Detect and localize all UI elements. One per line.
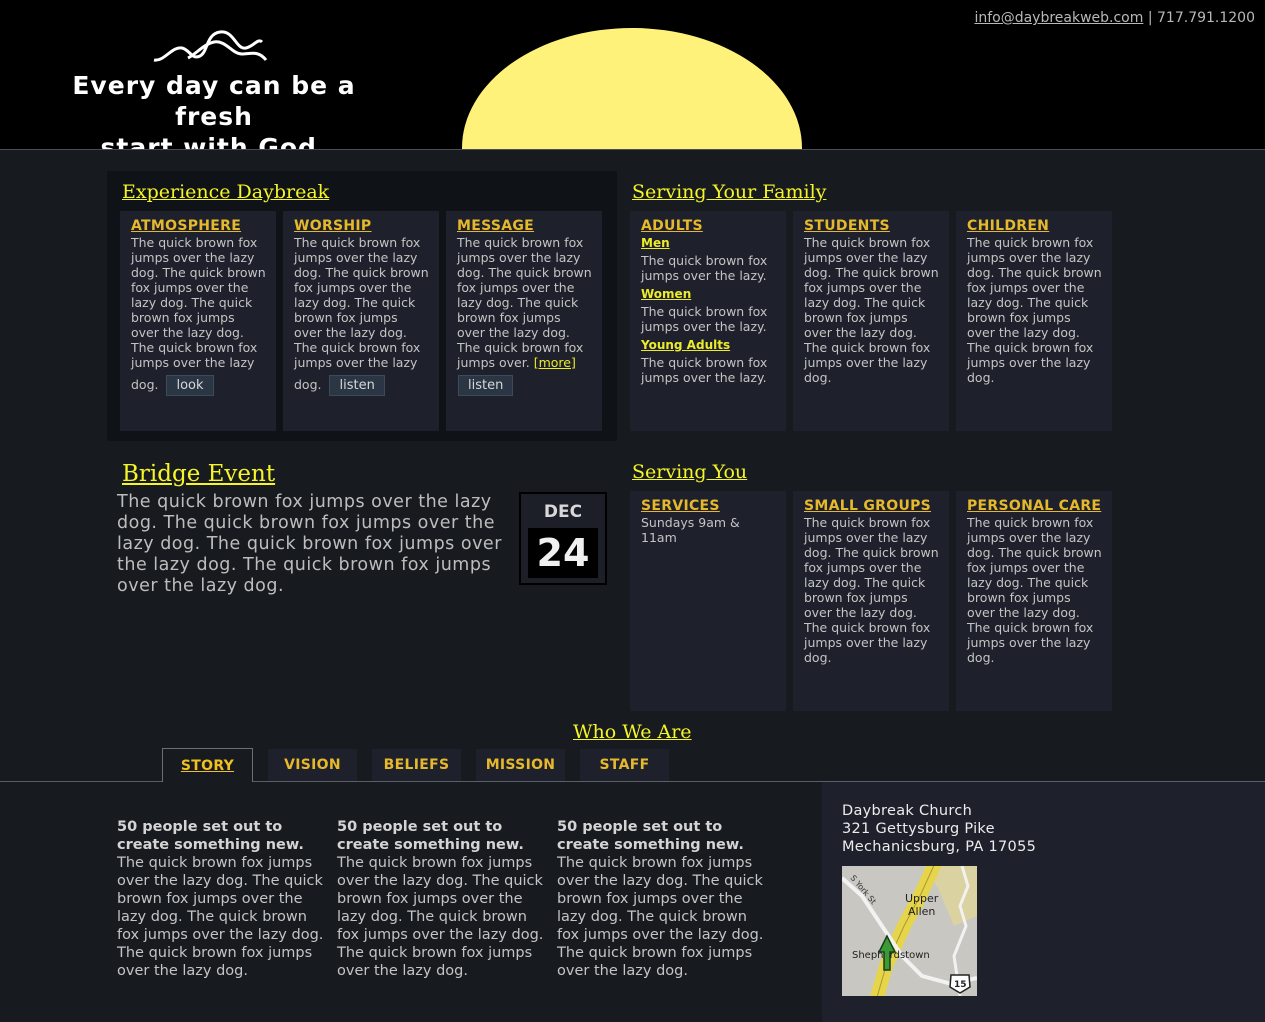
- men-link[interactable]: Men: [641, 236, 776, 251]
- women-link[interactable]: Women: [641, 287, 776, 302]
- message-card: MESSAGE The quick brown fox jumps over t…: [446, 211, 602, 431]
- atmosphere-heading-link[interactable]: ATMOSPHERE: [131, 219, 266, 234]
- story-lead: 50 people set out to create something ne…: [337, 819, 524, 853]
- tagline: Every day can be a fresh start with God.: [40, 70, 388, 150]
- church-address: Daybreak Church 321 Gettysburg Pike Mech…: [842, 802, 1036, 856]
- sun-graphic: [462, 28, 802, 149]
- young-adults-link[interactable]: Young Adults: [641, 338, 776, 353]
- worship-card: WORSHIP The quick brown fox jumps over t…: [283, 211, 439, 431]
- contact-info: info@daybreakweb.com | 717.791.1200: [974, 10, 1255, 26]
- services-heading-link[interactable]: SERVICES: [641, 499, 776, 514]
- phone-number: 717.791.1200: [1157, 10, 1255, 26]
- email-link[interactable]: info@daybreakweb.com: [974, 10, 1143, 26]
- students-text: The quick brown fox jumps over the lazy …: [804, 235, 939, 385]
- tab-story[interactable]: STORY: [162, 748, 253, 782]
- bridge-event-text: The quick brown fox jumps over the lazy …: [117, 492, 502, 596]
- tab-mission[interactable]: MISSION: [476, 749, 565, 781]
- contact-separator: |: [1147, 10, 1153, 26]
- location-map[interactable]: S York St Upper Allen Shepherdstown 15: [842, 866, 977, 996]
- map-area-label-2: Allen: [908, 905, 935, 918]
- event-month: DEC: [543, 502, 583, 522]
- bridge-event-title-link[interactable]: Bridge Event: [122, 461, 275, 487]
- event-day: 24: [528, 528, 598, 578]
- look-button[interactable]: look: [166, 375, 214, 396]
- personal-care-text: The quick brown fox jumps over the lazy …: [967, 515, 1102, 665]
- tagline-line-2: start with God.: [100, 133, 328, 150]
- daybreak-logo-icon[interactable]: [150, 24, 270, 68]
- story-column-1: 50 people set out to create something ne…: [117, 819, 324, 979]
- worship-listen-button[interactable]: listen: [329, 375, 385, 396]
- children-text: The quick brown fox jumps over the lazy …: [967, 235, 1102, 385]
- services-card: SERVICES Sundays 9am & 11am: [630, 491, 786, 711]
- students-heading-link[interactable]: STUDENTS: [804, 219, 939, 234]
- more-link[interactable]: [more]: [534, 355, 576, 370]
- site-header: info@daybreakweb.com | 717.791.1200 Ever…: [0, 0, 1265, 150]
- women-text: The quick brown fox jumps over the lazy.: [641, 304, 768, 334]
- adults-card: ADULTS Men The quick brown fox jumps ove…: [630, 211, 786, 431]
- children-heading-link[interactable]: CHILDREN: [967, 219, 1102, 234]
- tab-beliefs[interactable]: BELIEFS: [372, 749, 461, 781]
- tagline-line-1: Every day can be a fresh: [72, 71, 356, 131]
- personal-care-card: PERSONAL CARE The quick brown fox jumps …: [956, 491, 1112, 711]
- young-adults-text: The quick brown fox jumps over the lazy.: [641, 355, 768, 385]
- map-area-label-1: Upper: [905, 892, 939, 905]
- students-card: STUDENTS The quick brown fox jumps over …: [793, 211, 949, 431]
- city-state-zip: Mechanicsburg, PA 17055: [842, 839, 1037, 855]
- small-groups-text: The quick brown fox jumps over the lazy …: [804, 515, 939, 665]
- route-number: 15: [954, 980, 967, 990]
- worship-text: The quick brown fox jumps over the lazy …: [294, 235, 429, 396]
- serving-you-title-link[interactable]: Serving You: [632, 461, 747, 483]
- small-groups-card: SMALL GROUPS The quick brown fox jumps o…: [793, 491, 949, 711]
- church-name: Daybreak Church: [842, 803, 973, 819]
- men-text: The quick brown fox jumps over the lazy.: [641, 253, 768, 283]
- event-date-calendar: DEC 24: [519, 492, 607, 585]
- story-lead: 50 people set out to create something ne…: [557, 819, 744, 853]
- children-card: CHILDREN The quick brown fox jumps over …: [956, 211, 1112, 431]
- street-address: 321 Gettysburg Pike: [842, 821, 995, 837]
- tab-staff[interactable]: STAFF: [580, 749, 669, 781]
- atmosphere-text: The quick brown fox jumps over the lazy …: [131, 235, 266, 396]
- experience-title-link[interactable]: Experience Daybreak: [122, 181, 329, 203]
- personal-care-heading-link[interactable]: PERSONAL CARE: [967, 499, 1102, 514]
- story-column-3: 50 people set out to create something ne…: [557, 819, 764, 979]
- atmosphere-card: ATMOSPHERE The quick brown fox jumps ove…: [120, 211, 276, 431]
- family-title-link[interactable]: Serving Your Family: [632, 181, 826, 203]
- story-lead: 50 people set out to create something ne…: [117, 819, 304, 853]
- message-heading-link[interactable]: MESSAGE: [457, 219, 592, 234]
- who-we-are-title-link[interactable]: Who We Are: [573, 721, 692, 743]
- worship-heading-link[interactable]: WORSHIP: [294, 219, 429, 234]
- message-text: The quick brown fox jumps over the lazy …: [457, 235, 592, 396]
- message-listen-button[interactable]: listen: [458, 375, 514, 396]
- small-groups-heading-link[interactable]: SMALL GROUPS: [804, 499, 939, 514]
- adults-heading-link[interactable]: ADULTS: [641, 219, 776, 234]
- story-column-2: 50 people set out to create something ne…: [337, 819, 544, 979]
- tab-vision[interactable]: VISION: [268, 749, 357, 781]
- services-text: Sundays 9am & 11am: [641, 515, 740, 545]
